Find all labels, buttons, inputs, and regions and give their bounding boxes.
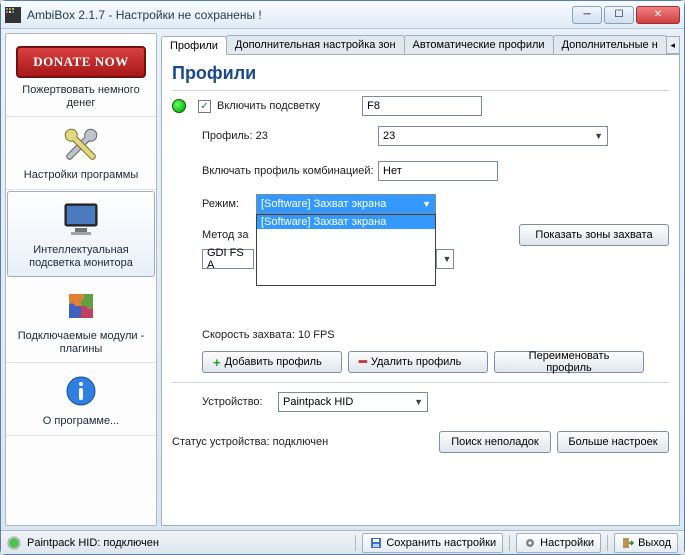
profile-label: Профиль: 23	[202, 130, 372, 142]
fps-row: Скорость захвата: 10 FPS	[172, 329, 669, 341]
device-value: Paintpack HID	[283, 396, 353, 408]
mode-combo[interactable]: [Software] Захват экрана ▼ [Software] За…	[256, 194, 436, 214]
tab-profiles[interactable]: Профили	[161, 36, 227, 55]
capture-method-combo[interactable]: GDI FS A	[202, 249, 254, 269]
capture-aux-combo[interactable]: ▼	[436, 249, 454, 269]
more-settings-button[interactable]: Больше настроек	[557, 431, 669, 453]
device-status-label: Статус устройства: подключен	[172, 436, 328, 448]
settings-label: Настройки программы	[10, 169, 152, 182]
monitor-icon	[57, 200, 105, 240]
chevron-down-icon: ▼	[594, 131, 603, 141]
tab-scroll-left[interactable]: ◂	[666, 36, 680, 54]
info-icon	[57, 371, 105, 411]
tab-extra[interactable]: Дополнительные н	[553, 35, 667, 54]
client-area: DONATE NOW Пожертвовать немного денег На…	[1, 29, 684, 530]
combo-label: Включать профиль комбинацией:	[202, 165, 372, 177]
profile-value: 23	[383, 130, 395, 142]
status-led-icon	[172, 99, 186, 113]
profile-row: Профиль: 23 23 ▼	[172, 126, 669, 146]
enable-label: Включить подсветку	[217, 100, 320, 112]
main-panel: Профили Дополнительная настройка зон Авт…	[161, 33, 680, 526]
chevron-down-icon: ▼	[414, 397, 423, 407]
status-separator	[509, 535, 510, 551]
status-separator	[607, 535, 608, 551]
mode-option-0[interactable]: [Software] Захват экрана	[257, 215, 435, 229]
mode-label: Режим:	[202, 198, 250, 210]
status-separator	[355, 535, 356, 551]
sidebar: DONATE NOW Пожертвовать немного денег На…	[5, 33, 157, 526]
device-combo[interactable]: Paintpack HID ▼	[278, 392, 428, 412]
fps-label: Скорость захвата: 10 FPS	[202, 329, 335, 341]
save-settings-button[interactable]: Сохранить настройки	[362, 533, 503, 553]
window-title: AmbiBox 2.1.7 - Настройки не сохранены !	[27, 8, 262, 22]
mode-option-4[interactable]: [Software] Плагины	[257, 271, 435, 285]
page-title: Профили	[172, 61, 669, 91]
titlebar[interactable]: AmbiBox 2.1.7 - Настройки не сохранены !…	[1, 1, 684, 29]
device-row: Устройство: Paintpack HID ▼	[172, 392, 669, 412]
enable-backlight-checkbox[interactable]: ✓	[198, 100, 211, 113]
minus-icon: ━	[359, 354, 367, 370]
gear-icon	[523, 536, 537, 550]
sidebar-item-plugins[interactable]: Подключаемые модули - плагины	[6, 278, 156, 363]
mode-option-3[interactable]: [Software] Цветомузыка	[257, 257, 435, 271]
puzzle-icon	[57, 286, 105, 326]
hotkey-combo-row: Включать профиль комбинацией:	[172, 161, 669, 181]
plus-icon: +	[213, 355, 221, 370]
donate-label: Пожертвовать немного денег	[10, 84, 152, 110]
profile-combo[interactable]: 23 ▼	[378, 126, 608, 146]
donate-button[interactable]: DONATE NOW	[16, 46, 146, 78]
delete-profile-button[interactable]: ━ Удалить профиль	[348, 351, 488, 373]
troubleshoot-button[interactable]: Поиск неполадок	[439, 431, 551, 453]
close-button[interactable]: ✕	[636, 6, 680, 24]
window-controls: ─ ☐ ✕	[570, 6, 680, 24]
rename-profile-button[interactable]: Переименовать профиль	[494, 351, 644, 373]
app-window: AmbiBox 2.1.7 - Настройки не сохранены !…	[0, 0, 685, 555]
mode-value: [Software] Захват экрана	[261, 198, 386, 210]
exit-icon	[621, 536, 635, 550]
maximize-button[interactable]: ☐	[604, 6, 634, 24]
plugins-label: Подключаемые модули - плагины	[10, 330, 152, 356]
enable-row: ✓ Включить подсветку	[172, 96, 669, 116]
backlight-label: Интеллектуальная подсветка монитора	[12, 244, 150, 270]
save-icon	[369, 536, 383, 550]
tab-strip: Профили Дополнительная настройка зон Авт…	[161, 33, 680, 55]
device-status-row: Статус устройства: подключен Поиск непол…	[172, 431, 669, 453]
minimize-button[interactable]: ─	[572, 6, 602, 24]
mode-option-1[interactable]: [Software] Статический фон	[257, 229, 435, 243]
statusbar: Paintpack HID: подключен Сохранить настр…	[1, 530, 684, 554]
hotkey-field[interactable]	[362, 96, 482, 116]
show-zones-button[interactable]: Показать зоны захвата	[519, 224, 669, 246]
sidebar-item-backlight[interactable]: Интеллектуальная подсветка монитора	[7, 191, 155, 277]
capture-method-label: Метод за	[202, 229, 250, 241]
mode-option-2[interactable]: [Software] Динамический фон	[257, 243, 435, 257]
settings-button[interactable]: Настройки	[516, 533, 601, 553]
tab-nav: ◂ ▸	[666, 36, 680, 54]
statusbar-device: Paintpack HID: подключен	[27, 537, 159, 549]
about-label: О программе...	[10, 415, 152, 428]
chevron-down-icon: ▼	[422, 199, 431, 209]
profiles-page: Профили ✓ Включить подсветку Профиль: 23…	[161, 55, 680, 526]
add-profile-button[interactable]: + Добавить профиль	[202, 351, 342, 373]
app-icon	[5, 7, 21, 23]
device-label: Устройство:	[202, 396, 272, 408]
profile-hotkey-field[interactable]	[378, 161, 498, 181]
tab-auto-profiles[interactable]: Автоматические профили	[404, 35, 554, 54]
exit-button[interactable]: Выход	[614, 533, 678, 553]
mode-row: Режим: [Software] Захват экрана ▼ [Softw…	[172, 194, 669, 214]
wrench-icon	[57, 125, 105, 165]
device-status-icon	[7, 536, 21, 550]
capture-method-value: GDI FS A	[207, 247, 249, 271]
sidebar-item-settings[interactable]: Настройки программы	[6, 117, 156, 189]
tab-zones[interactable]: Дополнительная настройка зон	[226, 35, 405, 54]
sidebar-item-donate[interactable]: DONATE NOW Пожертвовать немного денег	[6, 34, 156, 117]
chevron-down-icon: ▼	[443, 254, 452, 264]
profile-buttons-row: + Добавить профиль ━ Удалить профиль Пер…	[172, 351, 669, 373]
sidebar-item-about[interactable]: О программе...	[6, 363, 156, 435]
separator	[172, 382, 669, 383]
mode-dropdown: [Software] Захват экрана [Software] Стат…	[256, 214, 436, 286]
